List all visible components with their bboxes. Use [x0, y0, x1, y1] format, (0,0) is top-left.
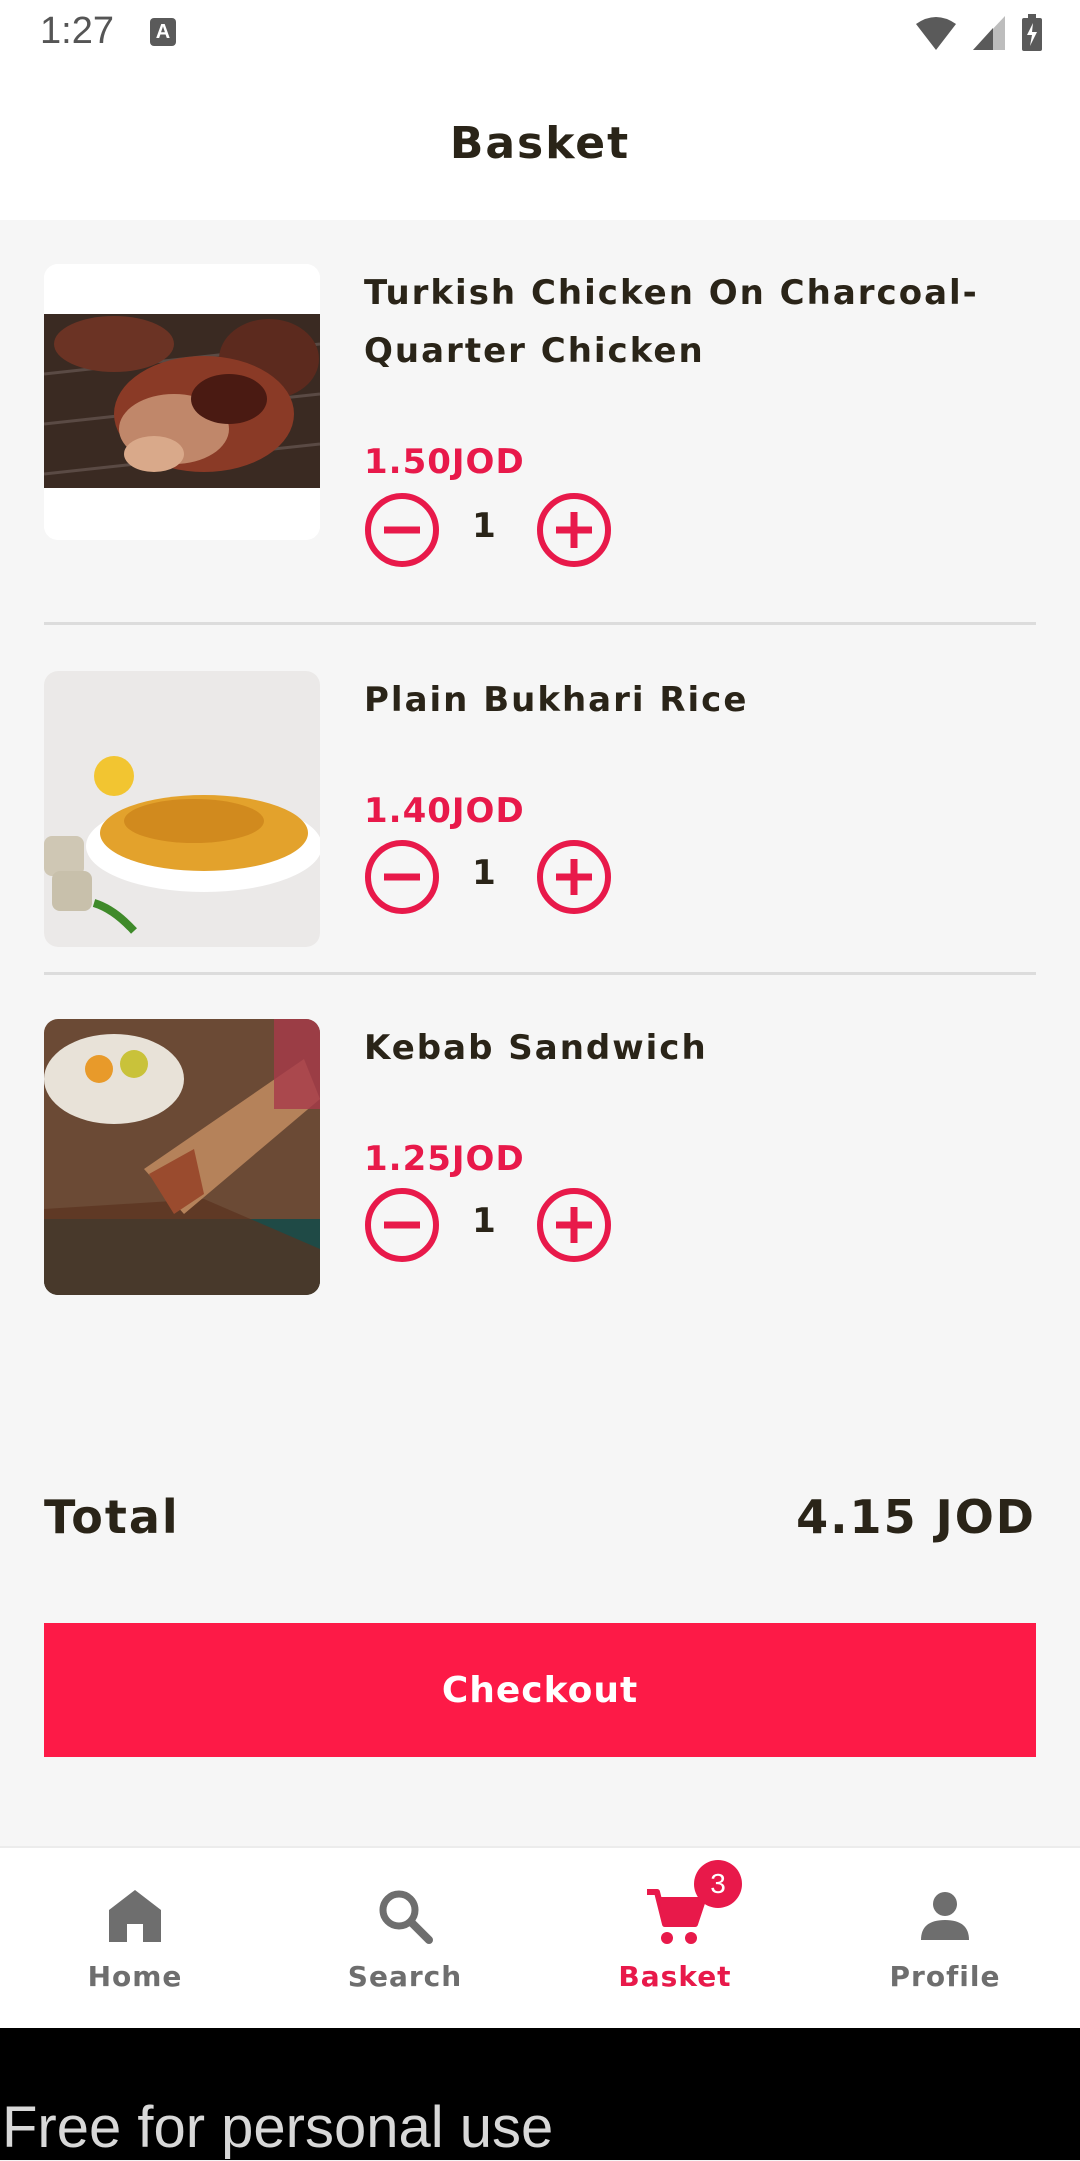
item-image-kebab [44, 1019, 320, 1295]
watermark-text: Free for personal use [2, 2095, 554, 2160]
increase-quantity-button[interactable] [536, 1187, 612, 1263]
status-time: 1:27 [40, 10, 114, 52]
divider [44, 622, 1036, 625]
item-name: Kebab Sandwich [364, 1028, 708, 1068]
item-image-rice [44, 671, 320, 947]
decrease-quantity-button[interactable] [364, 492, 440, 568]
app-header: Basket [0, 66, 1080, 220]
a-notification-icon: A [150, 18, 176, 46]
item-price: 1.25JOD [364, 1139, 525, 1179]
total-label: Total [44, 1490, 180, 1544]
status-icons [906, 14, 1044, 54]
item-price: 1.50JOD [364, 442, 525, 482]
basket-item-kebab: Kebab Sandwich 1.25JOD 1 [44, 1019, 1036, 1299]
item-price: 1.40JOD [364, 791, 525, 831]
nav-item-basket[interactable]: 3 Basket [540, 1848, 810, 2030]
bottom-nav: Home Search 3 Basket Profile [0, 1846, 1080, 2030]
nav-item-profile[interactable]: Profile [810, 1848, 1080, 2030]
page-title: Basket [449, 118, 631, 169]
item-name: Turkish Chicken On Charcoal- Quarter Chi… [364, 273, 979, 371]
battery-charging-icon [1022, 14, 1042, 51]
home-icon [109, 1890, 161, 1942]
nav-item-search[interactable]: Search [270, 1848, 540, 2030]
wifi-icon [915, 17, 956, 50]
person-icon [921, 1892, 969, 1940]
quantity-value: 1 [472, 853, 496, 893]
quantity-value: 1 [472, 506, 496, 546]
total-row: Total 4.15 JOD [44, 1490, 1036, 1560]
item-name: Plain Bukhari Rice [364, 680, 749, 720]
search-icon [379, 1890, 433, 1944]
status-bar: 1:27 A [0, 0, 1080, 66]
checkout-button[interactable]: Checkout [44, 1623, 1036, 1757]
watermark-bar: Free for personal use [0, 2028, 1080, 2160]
nav-label: Search [347, 1960, 463, 1993]
quantity-value: 1 [472, 1201, 496, 1241]
increase-quantity-button[interactable] [536, 839, 612, 915]
decrease-quantity-button[interactable] [364, 1187, 440, 1263]
nav-item-home[interactable]: Home [0, 1848, 270, 2030]
nav-label: Home [87, 1960, 183, 1993]
basket-item-rice: Plain Bukhari Rice 1.40JOD 1 [44, 671, 1036, 951]
increase-quantity-button[interactable] [536, 492, 612, 568]
total-value: 4.15 JOD [796, 1490, 1036, 1544]
divider [44, 972, 1036, 975]
nav-label: Profile [889, 1960, 1001, 1993]
basket-item-chicken: Turkish Chicken On Charcoal- Quarter Chi… [44, 264, 1036, 567]
cart-count-badge: 3 [694, 1860, 742, 1908]
decrease-quantity-button[interactable] [364, 839, 440, 915]
item-image-chicken [44, 264, 320, 540]
cellular-signal-icon [972, 16, 1005, 50]
nav-label: Basket [618, 1960, 732, 1993]
